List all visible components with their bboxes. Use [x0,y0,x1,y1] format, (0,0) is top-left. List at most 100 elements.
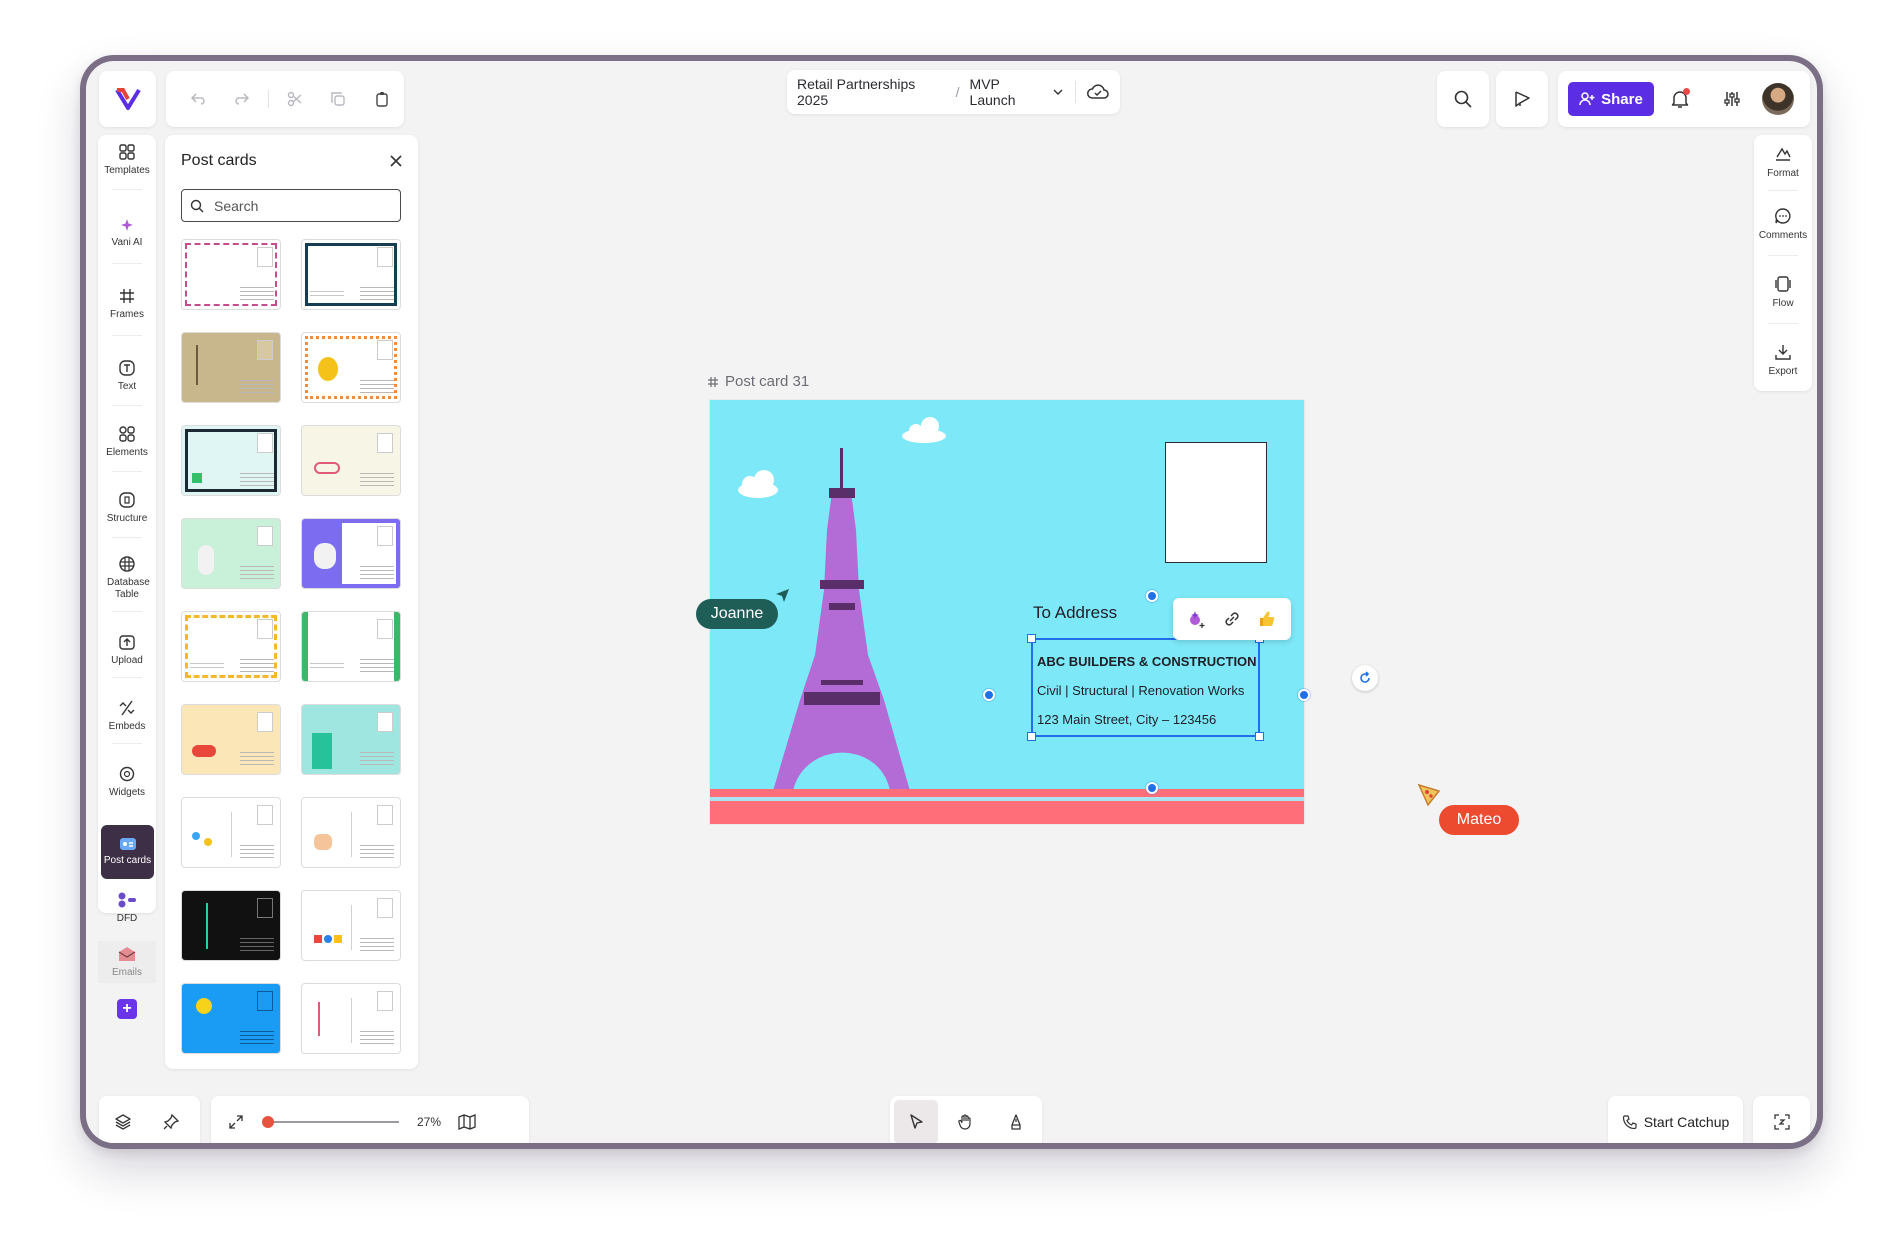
cloud-saved-icon[interactable] [1086,83,1110,101]
link-icon[interactable] [1217,604,1247,634]
search-button[interactable] [1437,71,1489,127]
rail-text[interactable]: Text [98,359,156,393]
start-catchup-button[interactable]: Start Catchup [1608,1096,1743,1143]
ai-assist-icon[interactable] [1182,604,1212,634]
redo-icon[interactable] [220,79,264,119]
hand-icon [957,1113,975,1131]
rail-add-button[interactable]: + [98,999,156,1019]
copy-icon[interactable] [316,79,360,119]
postcard-template[interactable] [181,425,281,496]
connector-handle-left[interactable] [983,689,995,701]
rail-templates[interactable]: Templates [98,143,156,177]
cursor-icon [907,1113,925,1131]
expand-icon[interactable] [211,1102,261,1142]
connector-handle-top[interactable] [1146,590,1158,602]
zoom-level: 27% [417,1115,442,1129]
database-icon [118,555,136,573]
postcard-template[interactable] [301,890,401,961]
rail-divider [112,335,142,336]
device-frame: Retail Partnerships 2025 / MVP Launch Sh… [80,55,1823,1149]
postcard-template[interactable] [181,518,281,589]
stamp-box[interactable] [1165,442,1267,563]
postcard-template[interactable] [301,518,401,589]
rail-divider [112,471,142,472]
rail-frames[interactable]: Frames [98,287,156,321]
postcard-template[interactable] [181,611,281,682]
search-field [181,189,401,222]
rail-label: Flow [1772,298,1794,309]
postcard-template[interactable] [181,983,281,1054]
select-tool[interactable] [894,1100,938,1143]
plus-icon: + [117,999,137,1019]
cut-icon[interactable] [273,79,317,119]
share-button[interactable]: Share [1568,82,1654,116]
notifications-button[interactable] [1654,79,1706,119]
frame-label[interactable]: Post card 31 [707,373,809,390]
to-address-heading[interactable]: To Address [1033,603,1117,623]
breadcrumb-board[interactable]: MVP Launch [970,76,1047,108]
shapes-icon [118,425,136,443]
rail-label: Structure [106,513,148,524]
undo-icon[interactable] [176,79,220,119]
postcard-template[interactable] [181,890,281,961]
rail-format[interactable]: Format [1754,145,1812,179]
pin-icon[interactable] [147,1102,195,1142]
search-input[interactable] [214,197,384,214]
postcard-template[interactable] [181,332,281,403]
postcard-template[interactable] [301,797,401,868]
rail-embeds[interactable]: Embeds [98,699,156,733]
postcard-template[interactable] [301,611,401,682]
chevron-down-icon[interactable] [1053,87,1063,97]
postcard-template[interactable] [181,704,281,775]
user-avatar[interactable] [1762,83,1794,115]
rail-export[interactable]: Export [1754,343,1812,377]
export-icon [1774,343,1792,361]
rotate-handle[interactable] [1352,665,1378,691]
fit-screen-button[interactable] [1753,1096,1810,1143]
postcard-template[interactable] [181,797,281,868]
rail-widgets[interactable]: Widgets [98,765,156,799]
app-logo[interactable] [99,71,156,127]
connector-handle-bottom[interactable] [1146,782,1158,794]
breadcrumb-workspace[interactable]: Retail Partnerships 2025 [797,76,946,108]
header-actions: Share [1558,71,1810,127]
panel-title: Post cards [181,152,257,169]
rail-comments[interactable]: Comments [1754,207,1812,241]
postcard-template[interactable] [301,983,401,1054]
rail-dfd[interactable]: DFD [98,891,156,925]
paste-icon[interactable] [360,79,404,119]
rail-database-table[interactable]: Database Table [98,555,156,600]
hand-tool[interactable] [944,1100,988,1143]
connector-handle-right[interactable] [1298,689,1310,701]
flow-icon [1774,275,1792,293]
rotate-icon [1358,671,1372,685]
settings-button[interactable] [1706,79,1758,119]
postcard-template[interactable] [301,704,401,775]
resize-handle[interactable] [1027,634,1036,643]
pen-tool[interactable] [994,1100,1038,1143]
rail-upload[interactable]: Upload [98,633,156,667]
postcard-template[interactable] [301,425,401,496]
rail-vani-ai[interactable]: Vani AI [98,217,156,249]
postcard-template[interactable] [301,239,401,310]
address-textbox[interactable]: ABC BUILDERS & CONSTRUCTION Civil | Stru… [1027,634,1264,741]
rail-label: Comments [1758,230,1808,241]
ground-stripe [710,789,1304,797]
zoom-slider-handle[interactable] [262,1116,274,1128]
rail-elements[interactable]: Elements [98,425,156,459]
resize-handle[interactable] [1255,732,1264,741]
layers-icon[interactable] [99,1102,147,1142]
sliders-icon [1723,90,1741,108]
close-icon[interactable] [384,149,408,173]
postcard-template[interactable] [181,239,281,310]
present-button[interactable] [1496,71,1548,127]
map-icon[interactable] [447,1102,487,1142]
rail-emails[interactable]: Emails [98,941,156,983]
postcard-template[interactable] [301,332,401,403]
thumbs-up-icon[interactable] [1252,604,1282,634]
resize-handle[interactable] [1027,732,1036,741]
zoom-slider[interactable] [262,1116,399,1128]
rail-flow[interactable]: Flow [1754,275,1812,309]
rail-structure[interactable]: Structure [98,491,156,525]
rail-post-cards[interactable]: Post cards [101,825,154,879]
